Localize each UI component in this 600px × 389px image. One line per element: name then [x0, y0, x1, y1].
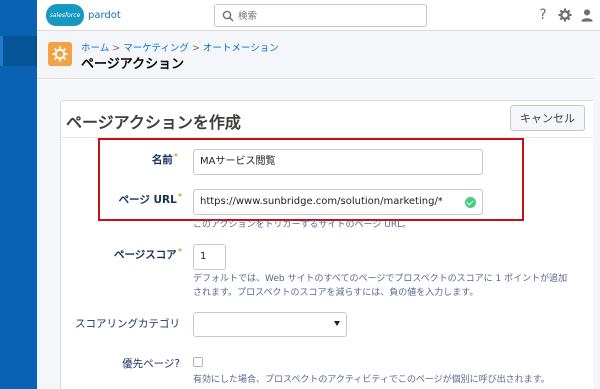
category-select[interactable]: [193, 312, 347, 337]
salesforce-logo-icon: salesforce: [46, 4, 84, 26]
url-field[interactable]: https://www.sunbridge.com/solution/marke…: [193, 189, 483, 215]
required-mark: *: [177, 247, 182, 256]
url-help-text: このアクションをトリガーするサイトのページ URL。: [193, 220, 412, 230]
required-mark: *: [173, 152, 178, 161]
name-label-text: 名前: [151, 154, 173, 166]
score-help-line-1: デフォルトでは、Web サイトのすべてのページでプロスペクトのスコアに 1 ポイ…: [193, 274, 568, 284]
scrollbar[interactable]: [593, 78, 600, 389]
global-search[interactable]: [214, 4, 427, 27]
priority-checkbox[interactable]: [193, 357, 203, 367]
name-label: 名前*: [120, 152, 178, 167]
logo-badge-text: salesforce: [49, 11, 81, 19]
required-mark: *: [177, 192, 182, 201]
top-header: salesforce pardot ?: [37, 0, 600, 31]
name-field[interactable]: MAサービス閲覧: [193, 149, 483, 175]
breadcrumb-separator: >: [191, 43, 200, 54]
search-input[interactable]: [238, 8, 418, 24]
breadcrumb-automation[interactable]: オートメーション: [203, 43, 279, 54]
logo-text: pardot: [88, 9, 121, 21]
chevron-down-icon: [334, 321, 340, 326]
category-label: スコアリングカテゴリ: [75, 318, 180, 330]
url-label-text: ページ URL: [118, 194, 177, 206]
help-icon[interactable]: ?: [536, 7, 550, 23]
score-label-text: ページスコア: [114, 249, 177, 261]
score-help-line-2: されます。プロスペクトのスコアを減らすには、負の値を入力します。: [193, 288, 479, 298]
left-nav-item-active[interactable]: [0, 36, 37, 66]
score-field[interactable]: 1: [193, 244, 226, 270]
score-label: ページスコア*: [110, 247, 182, 262]
url-label: ページ URL*: [110, 192, 182, 207]
form-title: ページアクションを作成: [66, 113, 241, 132]
breadcrumb: ホーム > マーケティング > オートメーション: [81, 40, 279, 54]
check-icon: [465, 197, 476, 208]
priority-help-text: 有効にした場合、プロスペクトのアクティビティでこのページが個別に呼び出されます。: [193, 375, 550, 385]
search-icon: [222, 10, 234, 22]
gear-icon[interactable]: [558, 7, 572, 23]
url-value: https://www.sunbridge.com/solution/marke…: [200, 196, 443, 207]
page-header: ホーム > マーケティング > オートメーション ページアクション: [37, 31, 600, 79]
left-nav: [0, 0, 37, 389]
user-icon[interactable]: [580, 7, 594, 23]
priority-label: 優先ページ?: [122, 358, 180, 370]
page-title: ページアクション: [81, 57, 185, 72]
app-logo[interactable]: salesforce pardot: [46, 4, 121, 26]
cancel-button[interactable]: キャンセル: [510, 105, 585, 131]
main-content: ページアクションを作成 キャンセル: [37, 80, 600, 389]
automation-gear-icon: [48, 42, 72, 66]
